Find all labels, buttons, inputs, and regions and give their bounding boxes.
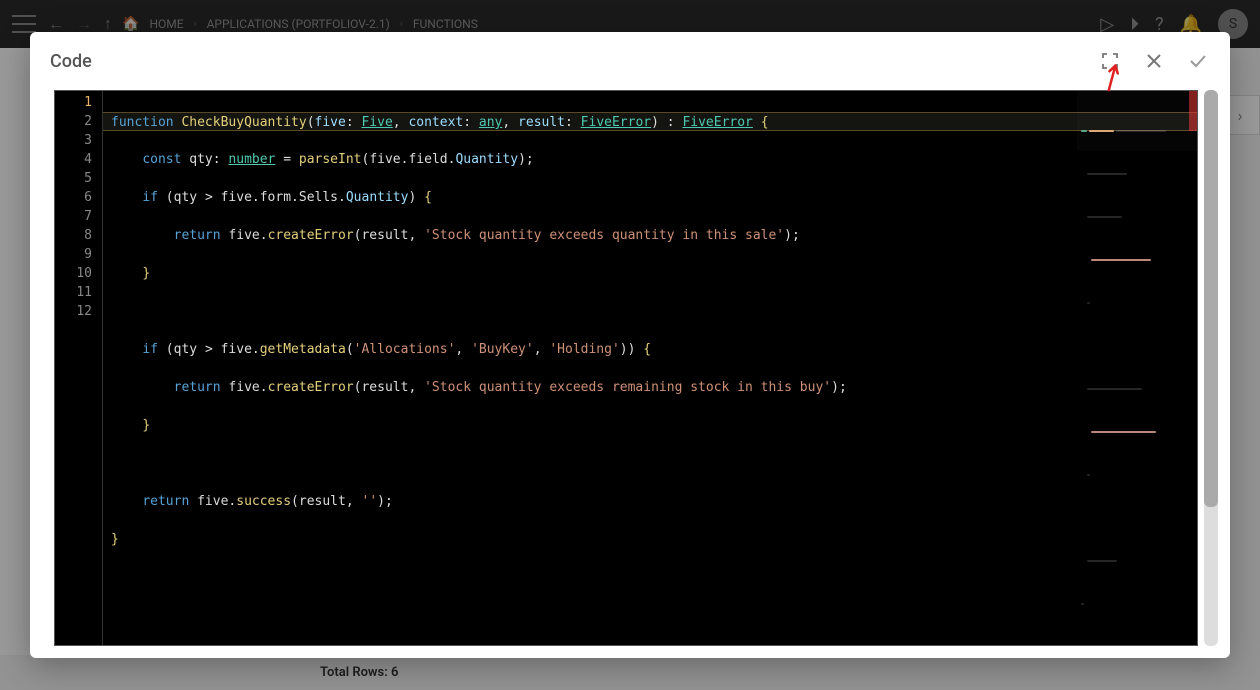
- close-button[interactable]: [1142, 49, 1166, 73]
- scrollbar-thumb[interactable]: [1204, 90, 1218, 507]
- modal-title: Code: [50, 51, 92, 72]
- fullscreen-button[interactable]: [1098, 49, 1122, 73]
- modal-header: Code: [30, 32, 1230, 90]
- line-number: 7: [55, 207, 92, 226]
- check-icon: [1188, 51, 1208, 71]
- fullscreen-icon: [1102, 53, 1118, 69]
- line-number: 4: [55, 150, 92, 169]
- confirm-button[interactable]: [1186, 49, 1210, 73]
- close-icon: [1145, 52, 1163, 70]
- line-number: 12: [55, 302, 92, 321]
- line-gutter: 1 2 3 4 5 6 7 8 9 10 11 12: [55, 91, 103, 645]
- line-number: 11: [55, 283, 92, 302]
- line-number: 2: [55, 112, 92, 131]
- minimap[interactable]: [1077, 91, 1197, 151]
- line-number: 9: [55, 245, 92, 264]
- code-content[interactable]: function CheckBuyQuantity(five: Five, co…: [103, 91, 1197, 645]
- line-number: 1: [55, 93, 92, 112]
- line-number: 10: [55, 264, 92, 283]
- line-number: 8: [55, 226, 92, 245]
- code-editor[interactable]: 1 2 3 4 5 6 7 8 9 10 11 12 function Chec…: [54, 90, 1198, 646]
- line-number: 5: [55, 169, 92, 188]
- line-number: 3: [55, 131, 92, 150]
- line-number: 6: [55, 188, 92, 207]
- code-modal: Code 1 2 3: [30, 32, 1230, 658]
- vertical-scrollbar[interactable]: [1204, 90, 1218, 646]
